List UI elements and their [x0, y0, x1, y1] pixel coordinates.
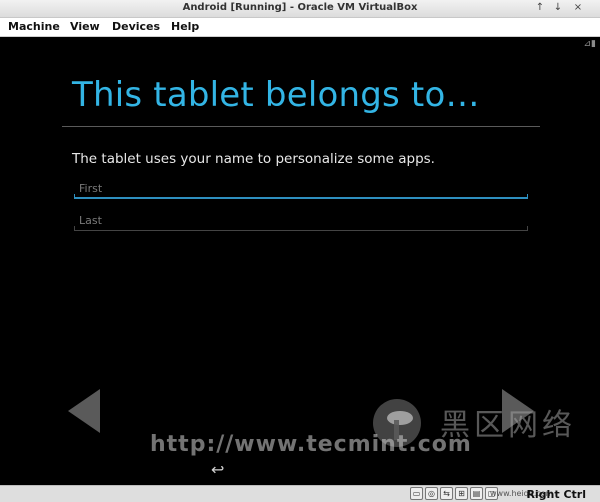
- previous-arrow-icon[interactable]: [68, 389, 100, 433]
- menu-machine[interactable]: Machine: [8, 20, 60, 33]
- menu-devices[interactable]: Devices: [112, 20, 160, 33]
- back-button-icon[interactable]: ↩: [211, 460, 224, 479]
- last-name-underline: [74, 230, 528, 231]
- setup-heading: This tablet belongs to…: [72, 75, 480, 115]
- menu-view[interactable]: View: [70, 20, 100, 33]
- statusbar-icons: ▭ ◎ ⇆ ⊞ ▤ ▢: [410, 487, 498, 500]
- shared-folder-icon[interactable]: ▤: [470, 487, 483, 500]
- optical-icon[interactable]: ◎: [425, 487, 438, 500]
- last-name-field[interactable]: [74, 209, 528, 232]
- close-icon[interactable]: ×: [571, 2, 585, 13]
- last-name-input[interactable]: [74, 209, 528, 232]
- last-name-tick-left: [74, 226, 75, 231]
- window-title: Android [Running] - Oracle VM VirtualBox: [182, 2, 418, 13]
- host-key-label: Right Ctrl: [526, 488, 586, 501]
- last-name-tick-right: [527, 226, 528, 231]
- heading-divider: [62, 126, 540, 127]
- android-status-icons: ⊿▮: [583, 39, 597, 49]
- maximize-icon[interactable]: ↑: [533, 2, 547, 13]
- network-icon[interactable]: ⊞: [455, 487, 468, 500]
- first-name-tick-right: [527, 194, 528, 199]
- previous-arrow-shape: [68, 389, 100, 433]
- setup-description: The tablet uses your name to personalize…: [72, 151, 435, 167]
- disk-icon[interactable]: ▭: [410, 487, 423, 500]
- first-name-underline: [74, 197, 528, 199]
- minimize-icon[interactable]: ↓: [551, 2, 565, 13]
- window-titlebar[interactable]: Android [Running] - Oracle VM VirtualBox…: [0, 0, 600, 18]
- first-name-field[interactable]: [74, 177, 528, 200]
- vbox-statusbar: ▭ ◎ ⇆ ⊞ ▤ ▢ www.heiqu.com Right Ctrl: [0, 485, 600, 502]
- usb-icon[interactable]: ⇆: [440, 487, 453, 500]
- watermark-url: http://www.tecmint.com: [150, 432, 472, 457]
- menu-help[interactable]: Help: [171, 20, 199, 33]
- menubar: Machine View Devices Help: [0, 18, 600, 37]
- first-name-tick-left: [74, 194, 75, 199]
